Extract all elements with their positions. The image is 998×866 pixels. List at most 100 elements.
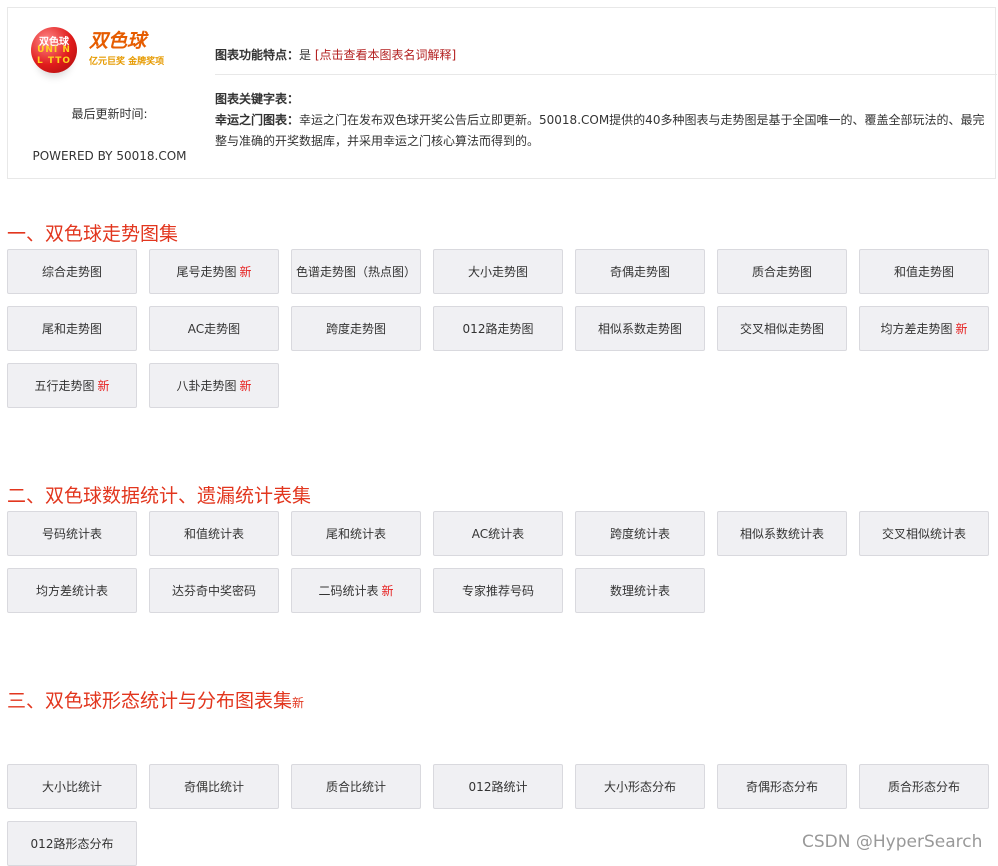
chart-link-label: 奇偶形态分布 [745,780,818,794]
chart-link-button[interactable]: 质合走势图 [717,249,847,294]
chart-link-label: 二码统计表 [318,584,379,598]
chart-link-button[interactable]: 尾和走势图 [7,306,137,351]
glossary-link[interactable]: [点击查看本图表名词解释] [315,48,456,62]
chart-link-button[interactable]: 大小比统计 [7,764,137,809]
chart-link-label: 和值统计表 [183,527,244,541]
chart-link-label: AC统计表 [471,527,525,541]
chart-link-button[interactable]: 和值走势图 [859,249,989,294]
logo-slogan: 亿元巨奖 金牌奖项 [89,57,165,67]
divider [215,74,997,75]
chart-link-button[interactable]: 专家推荐号码 [433,568,563,613]
chart-link-label: 相似系数统计表 [739,527,824,541]
chart-link-button[interactable]: 色谱走势图（热点图） [291,249,421,294]
chart-link-button[interactable]: 大小形态分布 [575,764,705,809]
chart-link-label: 大小比统计 [41,780,102,794]
chart-link-button[interactable]: 跨度走势图 [291,306,421,351]
chart-link-label: 012路走势图 [462,322,534,336]
chart-link-label: 尾和走势图 [41,322,102,336]
chart-link-button[interactable]: 跨度统计表 [575,511,705,556]
chart-link-label: 专家推荐号码 [461,584,534,598]
chart-link-button[interactable]: 相似系数走势图 [575,306,705,351]
keywords-text: 幸运之门在发布双色球开奖公告后立即更新。50018.COM提供的40多种图表与走… [215,113,985,148]
chart-link-button[interactable]: 均方差统计表 [7,568,137,613]
section-title-pattern-distribution: 三、双色球形态统计与分布图表集新 [7,686,304,713]
features-line: 图表功能特点：是 [点击查看本图表名词解释] [215,46,456,63]
last-updated-label: 最后更新时间: [71,107,148,121]
section-title-text: 二、双色球数据统计、遗漏统计表集 [7,485,312,507]
chart-link-button[interactable]: 奇偶比统计 [149,764,279,809]
chart-link-label: 相似系数走势图 [597,322,682,336]
features-label: 图表功能特点： [215,48,300,62]
chart-link-button[interactable]: 数理统计表 [575,568,705,613]
chart-link-button[interactable]: 相似系数统计表 [717,511,847,556]
chart-link-label: 质合比统计 [325,780,386,794]
chart-link-label: 大小形态分布 [603,780,676,794]
chart-link-label: 尾号走势图 [176,265,237,279]
chart-link-label: 综合走势图 [41,265,102,279]
chart-link-button[interactable]: 012路形态分布 [7,821,137,866]
chart-link-label: 交叉相似统计表 [881,527,966,541]
chart-link-button[interactable]: 五行走势图新 [7,363,137,408]
chart-link-button[interactable]: 尾和统计表 [291,511,421,556]
chart-link-button[interactable]: 号码统计表 [7,511,137,556]
keywords-description: 幸运之门图表：幸运之门在发布双色球开奖公告后立即更新。50018.COM提供的4… [215,110,995,152]
keywords-prefix: 幸运之门图表： [215,113,300,127]
chart-link-label: 达芬奇中奖密码 [171,584,256,598]
features-value: 是 [299,48,312,62]
chart-link-label: 跨度统计表 [609,527,670,541]
section-title-statistics: 二、双色球数据统计、遗漏统计表集 [7,481,311,508]
chart-link-button[interactable]: 尾号走势图新 [149,249,279,294]
section-title-trend-charts: 一、双色球走势图集 [7,219,178,246]
new-tag: 新 [292,696,305,710]
csdn-watermark: CSDN @HyperSearch [802,832,983,852]
chart-link-label: 号码统计表 [41,527,102,541]
chart-link-button[interactable]: 二码统计表新 [291,568,421,613]
chart-link-label: 交叉相似走势图 [739,322,824,336]
chart-link-label: 奇偶走势图 [609,265,670,279]
chart-link-label: 012路形态分布 [30,837,114,851]
chart-link-label: 八卦走势图 [176,379,237,393]
chart-link-button[interactable]: AC走势图 [149,306,279,351]
chart-link-label: 奇偶比统计 [183,780,244,794]
new-badge: 新 [239,265,252,279]
chart-link-label: 大小走势图 [467,265,528,279]
chart-link-button[interactable]: 和值统计表 [149,511,279,556]
logo-badge-mid: UNI N [37,45,71,55]
chart-link-button[interactable]: 八卦走势图新 [149,363,279,408]
chart-link-button[interactable]: 达芬奇中奖密码 [149,568,279,613]
chart-link-label: 质合走势图 [751,265,812,279]
chart-link-button[interactable]: 质合形态分布 [859,764,989,809]
chart-link-button[interactable]: 均方差走势图新 [859,306,989,351]
keywords-title: 图表关键字表： [215,92,300,106]
chart-link-button[interactable]: 012路统计 [433,764,563,809]
chart-link-button[interactable]: 奇偶走势图 [575,249,705,294]
chart-link-label: 五行走势图 [34,379,95,393]
chart-link-button[interactable]: 012路走势图 [433,306,563,351]
chart-link-label: 尾和统计表 [325,527,386,541]
chart-link-label: 质合形态分布 [887,780,960,794]
chart-link-label: 均方差统计表 [35,584,108,598]
new-badge: 新 [955,322,968,336]
chart-link-label: 和值走势图 [893,265,954,279]
chart-link-label: 色谱走势图（热点图） [295,265,416,279]
chart-link-button[interactable]: 奇偶形态分布 [717,764,847,809]
chart-link-button[interactable]: 交叉相似走势图 [717,306,847,351]
chart-link-label: AC走势图 [187,322,241,336]
section-title-text: 一、双色球走势图集 [7,223,179,245]
chart-link-button[interactable]: 大小走势图 [433,249,563,294]
chart-link-label: 跨度走势图 [325,322,386,336]
double-color-ball-logo: 双色球 UNI N L TTO [31,27,77,73]
section-title-text: 三、双色球形态统计与分布图表集 [7,690,293,712]
logo-badge-bot: L TTO [36,56,71,66]
logo-title: 双色球 [89,30,147,52]
chart-link-button[interactable]: 综合走势图 [7,249,137,294]
chart-link-label: 均方差走势图 [880,322,953,336]
new-badge: 新 [381,584,394,598]
chart-link-label: 012路统计 [468,780,528,794]
chart-link-button[interactable]: 质合比统计 [291,764,421,809]
chart-link-button[interactable]: 交叉相似统计表 [859,511,989,556]
powered-by: POWERED BY 50018.COM [32,149,187,163]
new-badge: 新 [97,379,110,393]
info-header: 双色球 UNI N L TTO 双色球 亿元巨奖 金牌奖项 最后更新时间: PO… [7,7,997,179]
chart-link-button[interactable]: AC统计表 [433,511,563,556]
